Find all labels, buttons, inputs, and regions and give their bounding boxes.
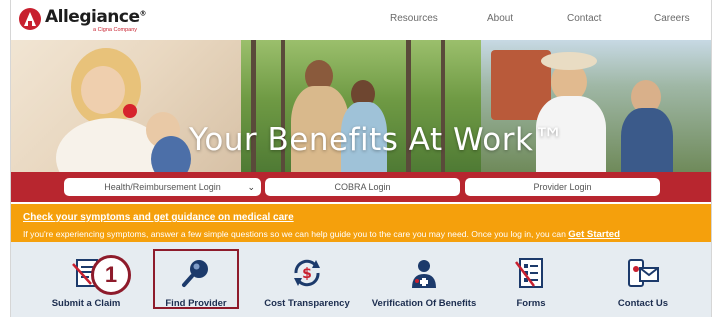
health-login-label: Health/Reimbursement Login: [104, 182, 221, 192]
symptoms-banner: Check your symptoms and get guidance on …: [11, 204, 711, 242]
brand-name: Allegiance: [45, 7, 140, 27]
login-band: Health/Reimbursement Login ⌄ COBRA Login…: [11, 172, 711, 202]
doctor-icon: [412, 260, 436, 288]
chevron-down-icon: ⌄: [247, 182, 255, 192]
nav-contact[interactable]: Contact: [567, 13, 601, 24]
provider-login-button[interactable]: Provider Login: [465, 178, 660, 196]
get-started-link[interactable]: Get Started: [568, 229, 620, 240]
quick-link-contact-us[interactable]: Contact Us: [605, 252, 681, 312]
site-header: Allegiance® a Cigna Company Resources Ab…: [11, 0, 711, 40]
hero-title: Your Benefits At Work™: [189, 122, 565, 158]
quick-link-label: Cost Transparency: [264, 298, 350, 309]
find-provider-highlight: [153, 249, 239, 309]
quick-links: Submit a Claim Find Provider $ Cost Tran…: [11, 242, 711, 317]
nav-about[interactable]: About: [487, 13, 513, 24]
symptoms-body: If you're experiencing symptoms, answer …: [23, 229, 566, 239]
dollar-cycle-icon: $: [294, 259, 320, 287]
cobra-login-label: COBRA Login: [334, 182, 391, 192]
page-frame: Allegiance® a Cigna Company Resources Ab…: [10, 0, 712, 317]
quick-link-label: Verification Of Benefits: [371, 298, 477, 309]
allegiance-logo[interactable]: Allegiance® a Cigna Company: [19, 6, 149, 36]
nav-resources[interactable]: Resources: [390, 13, 438, 24]
quick-link-cost-transparency[interactable]: $ Cost Transparency: [261, 252, 353, 312]
quick-link-verification-of-benefits[interactable]: Verification Of Benefits: [366, 252, 482, 312]
contact-icon: [628, 259, 659, 287]
brand-tagline: a Cigna Company: [93, 27, 138, 33]
symptoms-text: If you're experiencing symptoms, answer …: [23, 229, 708, 240]
cobra-login-button[interactable]: COBRA Login: [265, 178, 460, 196]
nav-careers[interactable]: Careers: [654, 13, 690, 24]
symptoms-heading-link[interactable]: Check your symptoms and get guidance on …: [23, 212, 294, 223]
form-icon: [515, 258, 543, 288]
svg-text:$: $: [302, 266, 312, 282]
step-badge: 1: [91, 255, 131, 295]
allegiance-a-icon: [19, 8, 41, 30]
hero-banner: Your Benefits At Work™: [11, 40, 711, 172]
provider-login-label: Provider Login: [533, 182, 592, 192]
brand-trademark: ®: [139, 9, 147, 18]
quick-link-label: Submit a Claim: [51, 298, 121, 309]
health-login-select[interactable]: Health/Reimbursement Login ⌄: [64, 178, 261, 196]
quick-link-label: Forms: [516, 298, 546, 309]
quick-link-forms[interactable]: Forms: [508, 252, 554, 312]
quick-link-label: Contact Us: [617, 298, 669, 309]
